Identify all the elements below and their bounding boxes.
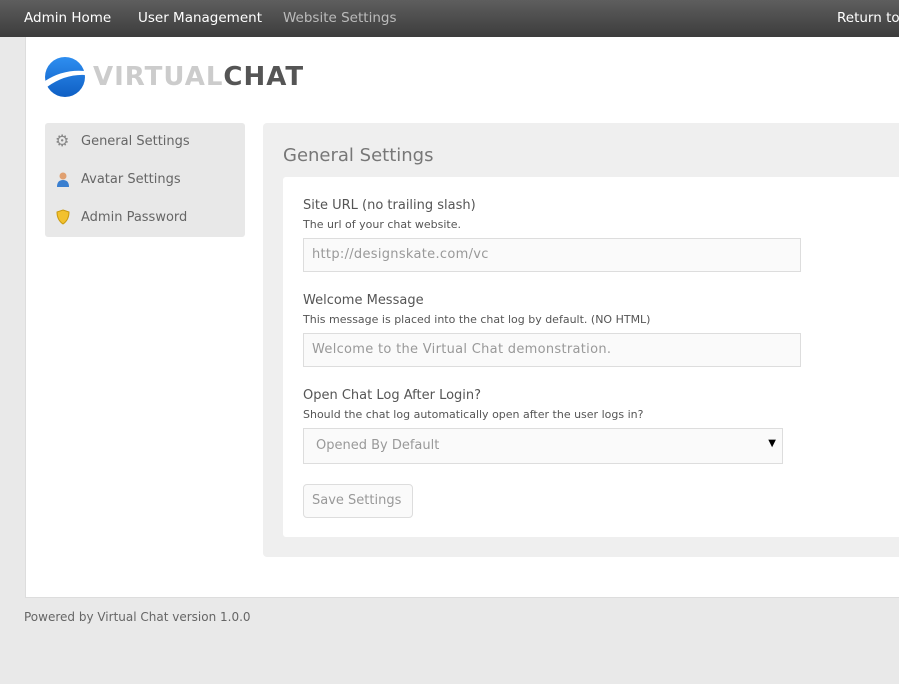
nav-user-management[interactable]: User Management bbox=[138, 10, 262, 26]
chat-log-select[interactable]: Opened By Default ▼ bbox=[303, 428, 783, 464]
chevron-down-icon: ▼ bbox=[768, 438, 776, 449]
globe-logo-icon bbox=[45, 57, 85, 97]
site-url-label: Site URL (no trailing slash) bbox=[303, 198, 476, 213]
sidebar-item-admin-password[interactable]: Admin Password bbox=[55, 209, 187, 225]
nav-admin-home[interactable]: Admin Home bbox=[24, 10, 111, 26]
welcome-message-input[interactable]: Welcome to the Virtual Chat demonstratio… bbox=[303, 333, 801, 367]
shield-icon bbox=[56, 209, 70, 225]
chat-log-help: Should the chat log automatically open a… bbox=[303, 408, 644, 421]
site-url-input[interactable]: http://designskate.com/vc bbox=[303, 238, 801, 272]
sidebar-item-label: General Settings bbox=[81, 133, 190, 149]
page-title: General Settings bbox=[283, 145, 434, 166]
sidebar: ⚙ General Settings Avatar Settings Admin… bbox=[45, 123, 245, 237]
welcome-message-help: This message is placed into the chat log… bbox=[303, 313, 651, 326]
sidebar-item-label: Admin Password bbox=[81, 209, 188, 225]
logo: VIRTUALCHAT bbox=[45, 57, 304, 97]
footer-text: Powered by Virtual Chat version 1.0.0 bbox=[24, 610, 251, 624]
chat-log-label: Open Chat Log After Login? bbox=[303, 388, 482, 403]
save-settings-button[interactable]: Save Settings bbox=[303, 484, 413, 518]
nav-website-settings[interactable]: Website Settings bbox=[283, 10, 396, 26]
sidebar-item-avatar-settings[interactable]: Avatar Settings bbox=[55, 171, 181, 187]
nav-return-link[interactable]: Return to site bbox=[837, 10, 899, 26]
welcome-message-label: Welcome Message bbox=[303, 293, 424, 308]
site-url-help: The url of your chat website. bbox=[303, 218, 462, 231]
sidebar-item-general-settings[interactable]: ⚙ General Settings bbox=[55, 133, 190, 149]
top-nav: Admin Home User Management Website Setti… bbox=[0, 0, 899, 37]
user-icon bbox=[57, 172, 69, 187]
sidebar-item-label: Avatar Settings bbox=[81, 171, 181, 187]
chat-log-selected: Opened By Default bbox=[316, 438, 440, 453]
logo-text: VIRTUALCHAT bbox=[93, 62, 305, 92]
gear-icon: ⚙ bbox=[55, 131, 70, 150]
